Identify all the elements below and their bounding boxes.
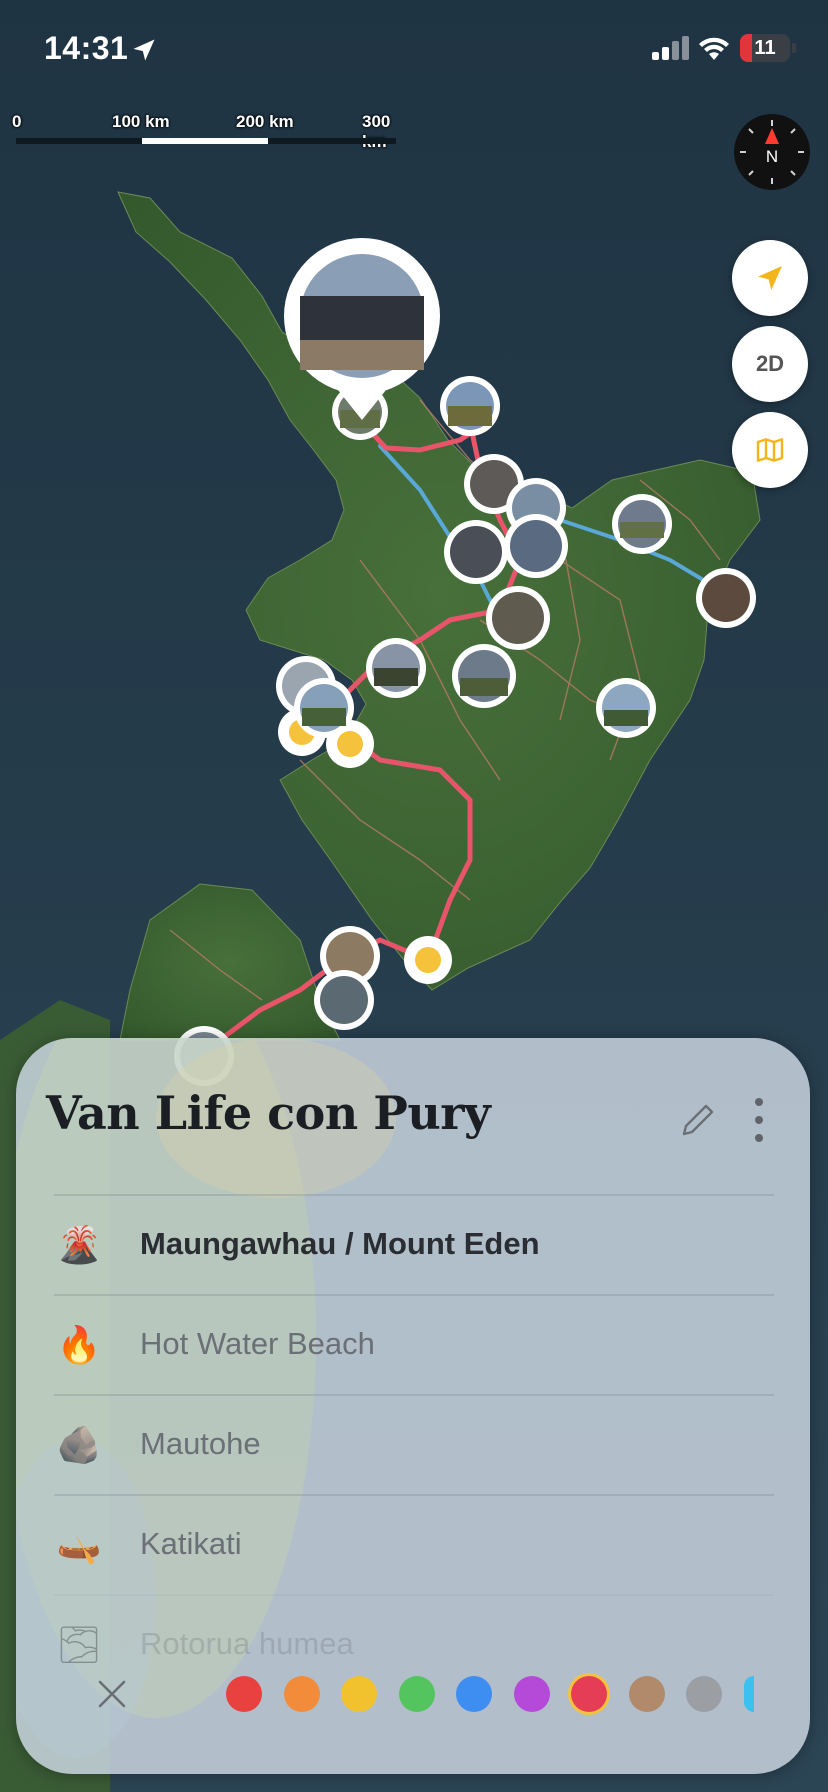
place-row-katikati[interactable]: 🛶 Katikati xyxy=(54,1494,774,1596)
scale-label-200: 200 km xyxy=(236,112,294,131)
color-swatch[interactable] xyxy=(341,1676,377,1712)
color-swatch[interactable] xyxy=(513,1676,550,1712)
place-name: Mautohe xyxy=(140,1426,261,1461)
scale-segment-3 xyxy=(268,138,396,144)
battery-tip xyxy=(792,43,796,53)
locate-me-button[interactable] xyxy=(732,240,808,316)
fire-icon: 🔥 xyxy=(56,1324,102,1365)
battery-icon: 11 xyxy=(740,34,790,62)
view-mode-label: 2D xyxy=(755,351,785,376)
place-name: Hot Water Beach xyxy=(140,1326,375,1361)
place-row-mautohe[interactable]: 🪨 Mautohe xyxy=(54,1394,774,1496)
more-options-icon[interactable] xyxy=(744,1090,774,1150)
trip-sheet[interactable]: Van Life con Pury 🌋 Maungawhau / Mount E… xyxy=(16,1038,810,1774)
scale-label-300: 300 km xyxy=(362,112,391,151)
status-bar: 14:31 11 xyxy=(0,0,828,100)
battery-level: 11 xyxy=(754,37,776,59)
cellular-signal-icon xyxy=(652,36,689,60)
color-swatch[interactable] xyxy=(398,1676,435,1712)
place-name: Katikati xyxy=(140,1526,242,1561)
canoe-icon: 🛶 xyxy=(56,1524,102,1565)
location-services-icon xyxy=(133,39,155,61)
wifi-icon xyxy=(699,37,729,60)
edit-pencil-icon[interactable] xyxy=(676,1098,720,1142)
scale-label-0: 0 xyxy=(12,112,22,131)
close-icon[interactable] xyxy=(92,1674,132,1714)
scale-segment-1 xyxy=(16,138,144,144)
rock-icon: 🪨 xyxy=(56,1424,102,1465)
compass-north-label: N xyxy=(766,147,778,166)
place-row-mount-eden[interactable]: 🌋 Maungawhau / Mount Eden xyxy=(54,1194,774,1296)
color-swatch[interactable] xyxy=(456,1676,492,1712)
color-palette xyxy=(16,1648,810,1738)
scale-bar: 0 100 km 200 km 300 km xyxy=(12,112,412,151)
color-swatch[interactable] xyxy=(628,1676,665,1712)
view-mode-toggle[interactable]: 2D xyxy=(732,326,808,402)
color-swatch[interactable] xyxy=(686,1676,722,1712)
color-swatch[interactable] xyxy=(283,1676,320,1712)
color-swatch[interactable] xyxy=(226,1676,262,1712)
place-name: Maungawhau / Mount Eden xyxy=(140,1226,540,1261)
map-icon xyxy=(756,438,784,462)
location-arrow-icon xyxy=(758,266,782,290)
volcano-icon: 🌋 xyxy=(56,1224,102,1265)
trip-title: Van Life con Pury xyxy=(46,1086,491,1140)
place-row-hot-water-beach[interactable]: 🔥 Hot Water Beach xyxy=(54,1294,774,1396)
map-style-button[interactable] xyxy=(732,412,808,488)
color-swatch[interactable] xyxy=(571,1676,607,1712)
color-swatch[interactable] xyxy=(743,1676,754,1712)
scale-label-100: 100 km xyxy=(112,112,170,131)
compass-button[interactable]: N xyxy=(734,114,810,190)
scale-segment-2 xyxy=(142,138,268,144)
clock: 14:31 xyxy=(44,30,129,66)
